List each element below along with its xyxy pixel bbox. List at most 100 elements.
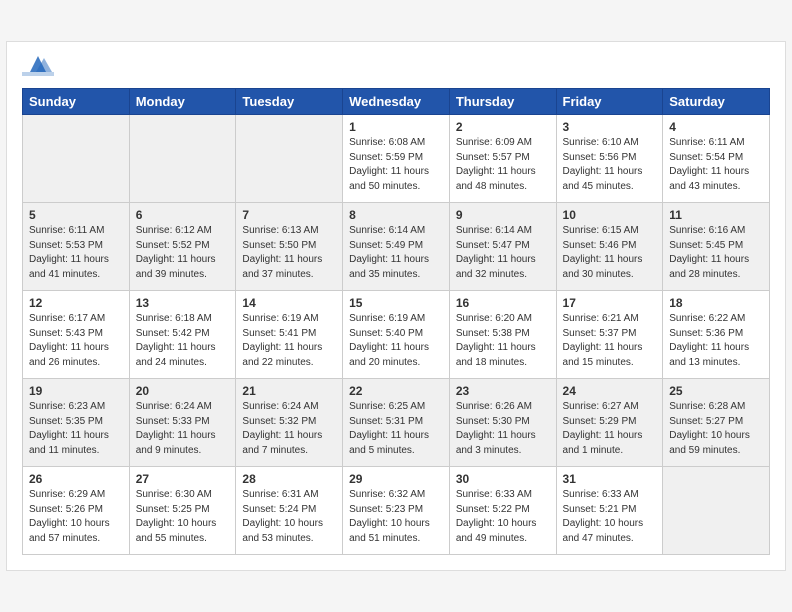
calendar-cell: 3 Sunrise: 6:10 AMSunset: 5:56 PMDayligh… xyxy=(556,115,663,203)
calendar-cell: 22 Sunrise: 6:25 AMSunset: 5:31 PMDaylig… xyxy=(343,379,450,467)
day-number: 7 xyxy=(242,208,336,222)
calendar-cell: 25 Sunrise: 6:28 AMSunset: 5:27 PMDaylig… xyxy=(663,379,770,467)
day-info: Sunrise: 6:11 AMSunset: 5:53 PMDaylight:… xyxy=(29,225,109,280)
day-number: 3 xyxy=(563,120,657,134)
calendar-container: SundayMondayTuesdayWednesdayThursdayFrid… xyxy=(6,41,786,571)
weekday-row: SundayMondayTuesdayWednesdayThursdayFrid… xyxy=(23,89,770,115)
calendar-cell: 1 Sunrise: 6:08 AMSunset: 5:59 PMDayligh… xyxy=(343,115,450,203)
calendar-cell: 5 Sunrise: 6:11 AMSunset: 5:53 PMDayligh… xyxy=(23,203,130,291)
calendar-cell: 26 Sunrise: 6:29 AMSunset: 5:26 PMDaylig… xyxy=(23,467,130,555)
calendar-cell: 2 Sunrise: 6:09 AMSunset: 5:57 PMDayligh… xyxy=(449,115,556,203)
weekday-header-monday: Monday xyxy=(129,89,236,115)
day-number: 6 xyxy=(136,208,230,222)
logo xyxy=(22,52,58,80)
day-info: Sunrise: 6:24 AMSunset: 5:33 PMDaylight:… xyxy=(136,401,216,456)
day-info: Sunrise: 6:12 AMSunset: 5:52 PMDaylight:… xyxy=(136,225,216,280)
day-info: Sunrise: 6:25 AMSunset: 5:31 PMDaylight:… xyxy=(349,401,429,456)
day-number: 29 xyxy=(349,472,443,486)
header xyxy=(22,52,770,80)
day-number: 9 xyxy=(456,208,550,222)
calendar-cell xyxy=(23,115,130,203)
calendar-cell: 6 Sunrise: 6:12 AMSunset: 5:52 PMDayligh… xyxy=(129,203,236,291)
day-number: 18 xyxy=(669,296,763,310)
day-number: 25 xyxy=(669,384,763,398)
day-number: 19 xyxy=(29,384,123,398)
day-number: 8 xyxy=(349,208,443,222)
day-number: 26 xyxy=(29,472,123,486)
day-number: 28 xyxy=(242,472,336,486)
calendar-cell xyxy=(663,467,770,555)
day-info: Sunrise: 6:20 AMSunset: 5:38 PMDaylight:… xyxy=(456,313,536,368)
day-info: Sunrise: 6:33 AMSunset: 5:22 PMDaylight:… xyxy=(456,489,537,544)
calendar-cell: 30 Sunrise: 6:33 AMSunset: 5:22 PMDaylig… xyxy=(449,467,556,555)
calendar-cell: 31 Sunrise: 6:33 AMSunset: 5:21 PMDaylig… xyxy=(556,467,663,555)
calendar-cell xyxy=(129,115,236,203)
day-info: Sunrise: 6:18 AMSunset: 5:42 PMDaylight:… xyxy=(136,313,216,368)
day-info: Sunrise: 6:23 AMSunset: 5:35 PMDaylight:… xyxy=(29,401,109,456)
day-info: Sunrise: 6:14 AMSunset: 5:49 PMDaylight:… xyxy=(349,225,429,280)
day-number: 31 xyxy=(563,472,657,486)
day-info: Sunrise: 6:27 AMSunset: 5:29 PMDaylight:… xyxy=(563,401,643,456)
calendar-cell: 14 Sunrise: 6:19 AMSunset: 5:41 PMDaylig… xyxy=(236,291,343,379)
day-info: Sunrise: 6:24 AMSunset: 5:32 PMDaylight:… xyxy=(242,401,322,456)
day-info: Sunrise: 6:19 AMSunset: 5:41 PMDaylight:… xyxy=(242,313,322,368)
day-info: Sunrise: 6:13 AMSunset: 5:50 PMDaylight:… xyxy=(242,225,322,280)
calendar-cell: 4 Sunrise: 6:11 AMSunset: 5:54 PMDayligh… xyxy=(663,115,770,203)
day-info: Sunrise: 6:19 AMSunset: 5:40 PMDaylight:… xyxy=(349,313,429,368)
calendar-cell: 8 Sunrise: 6:14 AMSunset: 5:49 PMDayligh… xyxy=(343,203,450,291)
calendar-cell: 12 Sunrise: 6:17 AMSunset: 5:43 PMDaylig… xyxy=(23,291,130,379)
calendar-cell: 29 Sunrise: 6:32 AMSunset: 5:23 PMDaylig… xyxy=(343,467,450,555)
day-info: Sunrise: 6:10 AMSunset: 5:56 PMDaylight:… xyxy=(563,137,643,192)
day-info: Sunrise: 6:22 AMSunset: 5:36 PMDaylight:… xyxy=(669,313,749,368)
day-info: Sunrise: 6:31 AMSunset: 5:24 PMDaylight:… xyxy=(242,489,323,544)
calendar-cell: 21 Sunrise: 6:24 AMSunset: 5:32 PMDaylig… xyxy=(236,379,343,467)
calendar-cell: 18 Sunrise: 6:22 AMSunset: 5:36 PMDaylig… xyxy=(663,291,770,379)
logo-icon xyxy=(22,52,54,80)
calendar-cell: 10 Sunrise: 6:15 AMSunset: 5:46 PMDaylig… xyxy=(556,203,663,291)
day-info: Sunrise: 6:11 AMSunset: 5:54 PMDaylight:… xyxy=(669,137,749,192)
calendar-cell: 9 Sunrise: 6:14 AMSunset: 5:47 PMDayligh… xyxy=(449,203,556,291)
day-info: Sunrise: 6:14 AMSunset: 5:47 PMDaylight:… xyxy=(456,225,536,280)
calendar-cell: 16 Sunrise: 6:20 AMSunset: 5:38 PMDaylig… xyxy=(449,291,556,379)
day-number: 22 xyxy=(349,384,443,398)
day-info: Sunrise: 6:15 AMSunset: 5:46 PMDaylight:… xyxy=(563,225,643,280)
calendar-cell: 27 Sunrise: 6:30 AMSunset: 5:25 PMDaylig… xyxy=(129,467,236,555)
day-number: 1 xyxy=(349,120,443,134)
day-info: Sunrise: 6:29 AMSunset: 5:26 PMDaylight:… xyxy=(29,489,110,544)
day-number: 4 xyxy=(669,120,763,134)
day-info: Sunrise: 6:33 AMSunset: 5:21 PMDaylight:… xyxy=(563,489,644,544)
calendar-cell: 13 Sunrise: 6:18 AMSunset: 5:42 PMDaylig… xyxy=(129,291,236,379)
day-info: Sunrise: 6:26 AMSunset: 5:30 PMDaylight:… xyxy=(456,401,536,456)
weekday-header-saturday: Saturday xyxy=(663,89,770,115)
day-number: 2 xyxy=(456,120,550,134)
day-number: 21 xyxy=(242,384,336,398)
day-number: 12 xyxy=(29,296,123,310)
week-row-3: 12 Sunrise: 6:17 AMSunset: 5:43 PMDaylig… xyxy=(23,291,770,379)
calendar-header: SundayMondayTuesdayWednesdayThursdayFrid… xyxy=(23,89,770,115)
calendar-cell: 15 Sunrise: 6:19 AMSunset: 5:40 PMDaylig… xyxy=(343,291,450,379)
calendar-body: 1 Sunrise: 6:08 AMSunset: 5:59 PMDayligh… xyxy=(23,115,770,555)
calendar-cell: 17 Sunrise: 6:21 AMSunset: 5:37 PMDaylig… xyxy=(556,291,663,379)
calendar-cell: 20 Sunrise: 6:24 AMSunset: 5:33 PMDaylig… xyxy=(129,379,236,467)
day-number: 5 xyxy=(29,208,123,222)
day-number: 13 xyxy=(136,296,230,310)
calendar-cell: 19 Sunrise: 6:23 AMSunset: 5:35 PMDaylig… xyxy=(23,379,130,467)
day-info: Sunrise: 6:32 AMSunset: 5:23 PMDaylight:… xyxy=(349,489,430,544)
day-info: Sunrise: 6:28 AMSunset: 5:27 PMDaylight:… xyxy=(669,401,750,456)
day-info: Sunrise: 6:09 AMSunset: 5:57 PMDaylight:… xyxy=(456,137,536,192)
weekday-header-friday: Friday xyxy=(556,89,663,115)
day-number: 20 xyxy=(136,384,230,398)
day-info: Sunrise: 6:08 AMSunset: 5:59 PMDaylight:… xyxy=(349,137,429,192)
day-number: 27 xyxy=(136,472,230,486)
day-number: 10 xyxy=(563,208,657,222)
weekday-header-sunday: Sunday xyxy=(23,89,130,115)
day-number: 23 xyxy=(456,384,550,398)
week-row-5: 26 Sunrise: 6:29 AMSunset: 5:26 PMDaylig… xyxy=(23,467,770,555)
week-row-4: 19 Sunrise: 6:23 AMSunset: 5:35 PMDaylig… xyxy=(23,379,770,467)
day-info: Sunrise: 6:16 AMSunset: 5:45 PMDaylight:… xyxy=(669,225,749,280)
day-number: 16 xyxy=(456,296,550,310)
day-number: 11 xyxy=(669,208,763,222)
calendar-cell xyxy=(236,115,343,203)
day-info: Sunrise: 6:17 AMSunset: 5:43 PMDaylight:… xyxy=(29,313,109,368)
calendar-cell: 23 Sunrise: 6:26 AMSunset: 5:30 PMDaylig… xyxy=(449,379,556,467)
